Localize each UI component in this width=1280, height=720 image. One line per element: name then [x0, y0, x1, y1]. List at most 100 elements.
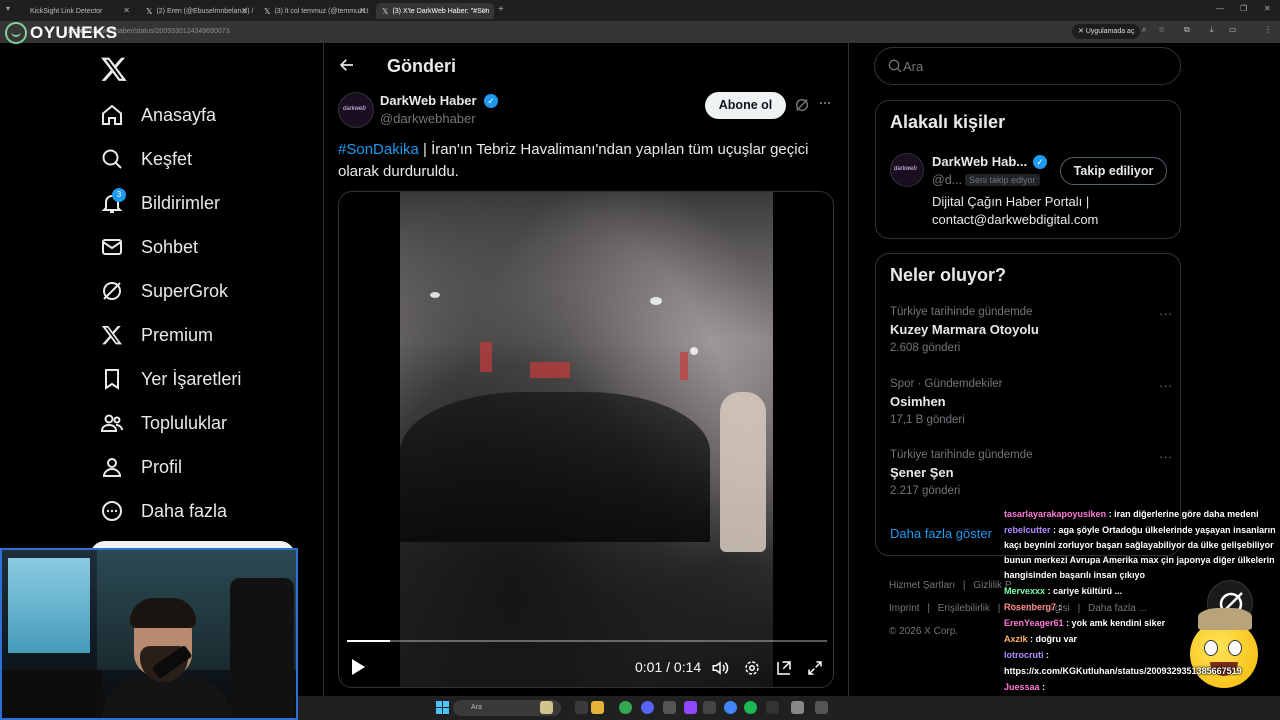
back-arrow-icon[interactable] [338, 56, 356, 79]
sidebar-item-premium[interactable]: Premium [100, 320, 213, 350]
spotify-icon[interactable] [744, 701, 757, 714]
open-in-app-button[interactable]: ✕ Uygulamada aç [1072, 24, 1141, 39]
trend-more-icon[interactable]: ··· [1159, 449, 1172, 464]
video-progress-bar[interactable] [347, 640, 827, 642]
tab-close-icon[interactable]: ✕ [241, 6, 248, 15]
download-icon[interactable]: ⤓ [1210, 25, 1214, 35]
author-name[interactable]: DarkWeb Haber [380, 93, 477, 108]
minimize-icon[interactable]: — [1216, 4, 1224, 13]
tab-title: (2) Eren (@Ebuselmnbelaruz) / [156, 7, 254, 15]
author-avatar[interactable]: darkweb [338, 92, 374, 128]
footer-link[interactable]: Erişilebilirlik [938, 603, 990, 614]
trend-more-icon[interactable]: ··· [1159, 306, 1172, 321]
close-window-icon[interactable]: ✕ [1264, 4, 1271, 13]
extensions-icon[interactable]: ⧉ [1184, 25, 1190, 35]
chat-username[interactable]: Mervexxx [1004, 586, 1045, 596]
grok-icon[interactable] [794, 97, 810, 113]
sidebar-item-chat[interactable]: Sohbet [100, 232, 198, 262]
chat-message: rebelcutter : aga şöyle Ortadoğu ülkeler… [1004, 523, 1276, 583]
sidebar-item-supergrok[interactable]: SuperGrok [100, 276, 228, 306]
browser-tab[interactable]: 𝕏 (3) lt col temmuz (@temmuz1t ✕ [258, 3, 372, 19]
chat-username[interactable]: rebelcutter [1004, 525, 1051, 535]
notification-badge: 3 [112, 188, 126, 202]
steam-icon[interactable] [703, 701, 716, 714]
chat-username[interactable]: ErenYeager61 [1004, 618, 1064, 628]
avatar-logo-text: darkweb [894, 166, 917, 172]
author-handle[interactable]: @darkwebhaber [380, 111, 476, 126]
tab-close-icon[interactable]: ✕ [359, 6, 366, 15]
browser-menu-icon[interactable]: ⋮ [1264, 25, 1272, 34]
trend-item[interactable]: Spor · Gündemdekiler Osimhen 17,1 B gönd… [890, 378, 1180, 426]
browser-tab[interactable]: 𝕏 (2) Eren (@Ebuselmnbelaruz) / ✕ [140, 3, 254, 19]
footer-link[interactable]: Imprint [889, 603, 920, 614]
app-icon[interactable] [815, 701, 828, 714]
sidebar-item-more[interactable]: Daha fazla [100, 496, 227, 526]
browser-tab-active[interactable]: 𝕏 (3) X'te DarkWeb Haber: "#Son ✕ [376, 3, 494, 19]
terminal-icon[interactable] [766, 701, 779, 714]
search-input[interactable] [903, 56, 1153, 76]
x-icon [100, 323, 124, 347]
new-tab-button[interactable]: + [498, 4, 504, 15]
windows-start-icon[interactable] [436, 701, 449, 714]
sidebar-item-home[interactable]: Anasayfa [100, 100, 216, 130]
footer-separator: | [927, 603, 930, 614]
chat-username[interactable]: lotrocruti [1004, 650, 1044, 660]
more-options-icon[interactable] [818, 96, 832, 113]
trend-item[interactable]: Türkiye tarihinde gündemde Şener Şen 2.2… [890, 449, 1180, 497]
chat-message: lotrocruti : [1004, 648, 1276, 663]
chat-text: : [1046, 650, 1050, 660]
browser-icon[interactable] [724, 701, 737, 714]
following-button[interactable]: Takip ediliyor [1060, 157, 1167, 185]
sidebar-icon[interactable]: ▭ [1229, 25, 1237, 34]
file-explorer-icon[interactable] [591, 701, 604, 714]
zoom-icon[interactable]: ⌕ [1142, 25, 1146, 35]
url-field[interactable]: x.com/darkwebhaber/status/20093301243496… [68, 25, 1068, 39]
trend-item[interactable]: Türkiye tarihinde gündemde Kuzey Marmara… [890, 306, 1180, 354]
fullscreen-icon[interactable] [806, 659, 824, 677]
settings-gear-icon[interactable] [743, 659, 761, 677]
footer-separator: | [962, 580, 966, 591]
chat-username[interactable]: tasarlayarakapoyusiken [1004, 509, 1106, 519]
sidebar-item-explore[interactable]: Keşfet [100, 144, 192, 174]
sidebar-item-communities[interactable]: Topluluklar [100, 408, 227, 438]
discord-icon[interactable] [641, 701, 654, 714]
sidebar-item-profile[interactable]: Profil [100, 452, 182, 482]
hashtag-link[interactable]: #SonDakika [338, 141, 419, 158]
browser-tab[interactable]: KickSight Link Detector ✕ [24, 3, 136, 19]
task-view-icon[interactable] [575, 701, 588, 714]
related-name[interactable]: DarkWeb Hab... [932, 154, 1027, 169]
tab-title: (3) lt col temmuz (@temmuz1t [274, 7, 369, 15]
related-handle[interactable]: @d... [932, 173, 962, 187]
pip-icon[interactable] [775, 659, 793, 677]
tab-menu-icon[interactable]: ▾ [6, 4, 10, 13]
chat-username[interactable]: Rosenberg7 [1004, 602, 1056, 612]
taskbar-widget-icon[interactable] [540, 701, 553, 714]
subscribe-button[interactable]: Abone ol [705, 92, 786, 119]
show-more-link[interactable]: Daha fazla göster [890, 526, 992, 541]
related-avatar[interactable]: darkweb [890, 153, 924, 187]
game-icon[interactable] [791, 701, 804, 714]
star-icon[interactable]: ☆ [1158, 25, 1165, 34]
x-logo-icon[interactable] [100, 55, 128, 90]
volume-icon[interactable] [711, 659, 729, 677]
chrome-icon[interactable] [619, 701, 632, 714]
tab-close-icon[interactable]: ✕ [481, 6, 488, 15]
chat-username[interactable]: Juessaa [1004, 682, 1040, 692]
maximize-icon[interactable]: ❐ [1240, 4, 1247, 13]
sidebar-item-bookmarks[interactable]: Yer İşaretleri [100, 364, 241, 394]
chat-text: : doğru var [1030, 634, 1078, 644]
search-bar[interactable] [874, 47, 1181, 85]
video-red-flag [680, 352, 688, 380]
tab-close-icon[interactable]: ✕ [123, 6, 130, 15]
sidebar-item-notifications[interactable]: 3 Bildirimler [100, 188, 220, 218]
video-player[interactable]: 0:01 / 0:14 [338, 191, 834, 688]
app-icon[interactable] [663, 701, 676, 714]
sidebar-item-label: Keşfet [141, 148, 193, 169]
streamer-webcam [0, 548, 298, 720]
chat-username[interactable]: Axzik [1004, 634, 1028, 644]
obs-icon[interactable] [684, 701, 697, 714]
chat-text: : yok amk kendini siker [1066, 618, 1166, 628]
footer-link[interactable]: Hizmet Şartları [889, 580, 955, 591]
play-icon[interactable] [350, 658, 366, 676]
trend-more-icon[interactable]: ··· [1159, 378, 1172, 393]
